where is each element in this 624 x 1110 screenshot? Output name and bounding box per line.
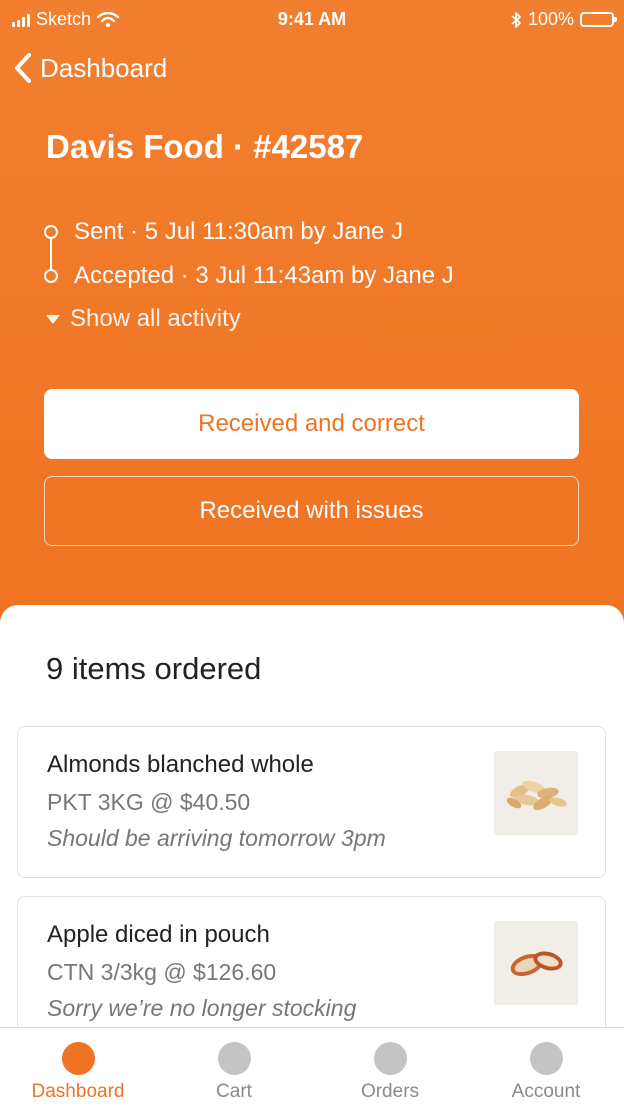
account-icon: [529, 1042, 563, 1075]
page-title: Davis Food · #42587: [46, 128, 364, 165]
dashboard-icon: [61, 1042, 95, 1075]
chevron-left-icon: [15, 53, 31, 83]
items-heading: 9 items ordered: [46, 651, 262, 686]
caret-down-icon: [46, 314, 60, 324]
tab-label: Orders: [360, 1081, 420, 1102]
tab-orders[interactable]: Orders: [312, 1028, 468, 1110]
back-label: Dashboard: [40, 52, 168, 83]
orders-icon: [373, 1042, 407, 1075]
received-correct-button[interactable]: Received and correct: [44, 389, 579, 459]
tab-label: Account: [511, 1081, 581, 1102]
item-name: Apple diced in pouch: [47, 921, 270, 948]
item-note: Sorry we’re no longer stocking: [47, 995, 357, 1021]
activity-text: Accepted · 3 Jul 11:43am by Jane J: [74, 262, 454, 289]
item-note: Should be arriving tomorrow 3pm: [47, 825, 386, 851]
back-button[interactable]: Dashboard: [14, 52, 167, 84]
tab-label: Cart: [216, 1081, 252, 1102]
status-right: 100%: [510, 9, 617, 30]
status-bar: Sketch 9:41 AM 100%: [0, 0, 624, 40]
show-all-activity-toggle[interactable]: Show all activity: [46, 305, 241, 333]
tab-dashboard[interactable]: Dashboard: [0, 1028, 156, 1110]
product-image-apple-pouch: [494, 921, 578, 1005]
cart-icon: [217, 1042, 251, 1075]
received-issues-button[interactable]: Received with issues: [44, 476, 579, 546]
bluetooth-icon: [511, 11, 521, 28]
tab-cart[interactable]: Cart: [156, 1028, 312, 1110]
item-price: PKT 3KG @ $40.50: [47, 789, 251, 815]
tab-bar: Dashboard Cart Orders Account: [0, 1027, 624, 1110]
tab-label: Dashboard: [31, 1081, 125, 1102]
item-name: Almonds blanched whole: [47, 751, 314, 778]
activity-item: Sent · 5 Jul 11:30am by Jane J: [40, 210, 454, 254]
tab-account[interactable]: Account: [468, 1028, 624, 1110]
list-item[interactable]: Almonds blanched whole PKT 3KG @ $40.50 …: [17, 726, 606, 878]
order-header: Sketch 9:41 AM 100% Dashboard Davis Food…: [0, 0, 624, 640]
battery-percent: 100%: [527, 9, 574, 29]
timeline-line: [50, 237, 52, 271]
list-item[interactable]: Apple diced in pouch CTN 3/3kg @ $126.60…: [17, 896, 606, 1048]
product-image-almonds: [494, 751, 578, 835]
activity-text: Sent · 5 Jul 11:30am by Jane J: [74, 218, 404, 245]
show-all-label: Show all activity: [70, 305, 241, 332]
item-price: CTN 3/3kg @ $126.60: [47, 959, 277, 985]
activity-item: Accepted · 3 Jul 11:43am by Jane J: [40, 254, 454, 298]
battery-icon: [580, 12, 617, 27]
timeline-dot-icon: [44, 269, 58, 283]
activity-timeline: Sent · 5 Jul 11:30am by Jane J Accepted …: [40, 210, 454, 298]
